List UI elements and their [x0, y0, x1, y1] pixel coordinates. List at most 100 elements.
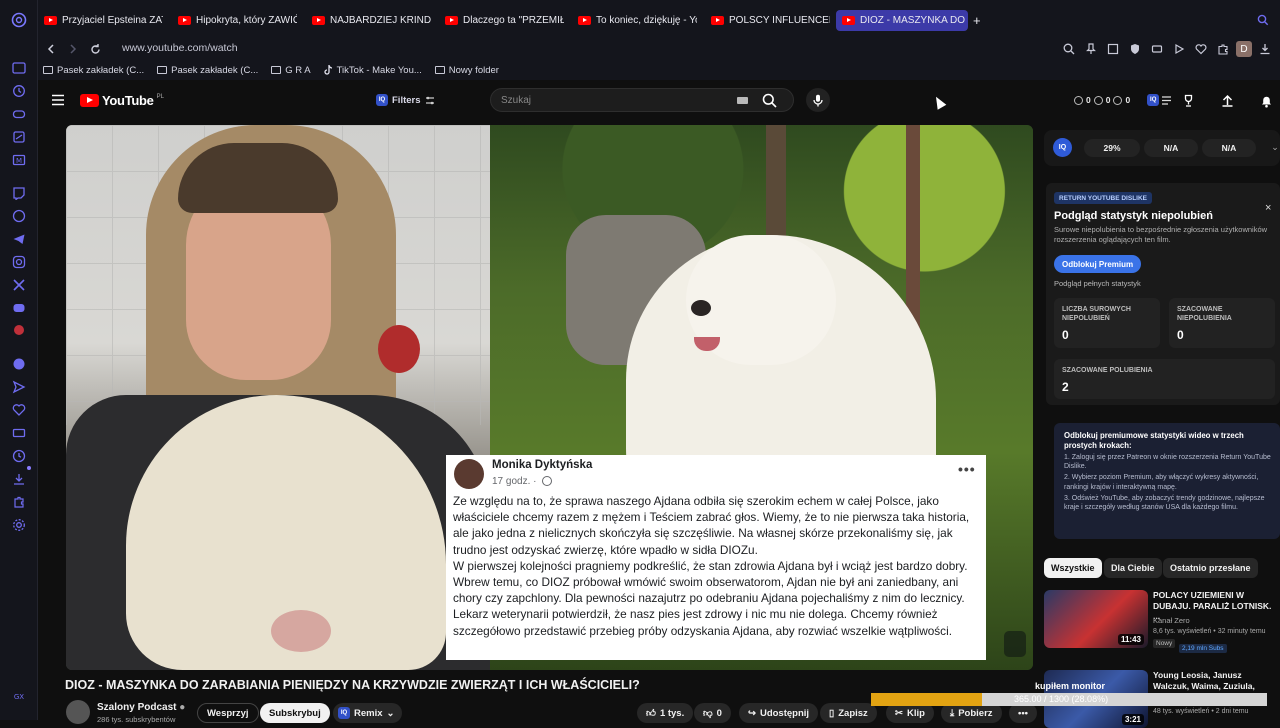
- chevron-down-icon: ⌄: [386, 707, 395, 719]
- bookmark-label: Pasek zakładek (C...: [57, 64, 145, 76]
- bookmark-item[interactable]: Pasek zakładek (C...: [43, 65, 144, 76]
- discord-icon[interactable]: [11, 300, 27, 316]
- bookmark-item[interactable]: Pasek zakładek (C...: [157, 65, 258, 76]
- recommendation-item[interactable]: 11:43 POLACY UZIEMIENI W DUBAJU. PARALIŻ…: [1044, 590, 1280, 653]
- remix-button[interactable]: IQ Remix ⌄: [333, 703, 403, 723]
- back-icon[interactable]: [42, 40, 60, 58]
- extensions-icon[interactable]: [1214, 40, 1232, 58]
- clock-icon[interactable]: [11, 448, 27, 464]
- search-tabs-icon[interactable]: [1256, 13, 1270, 27]
- dislike-button[interactable]: 👎︎ 0: [694, 703, 731, 723]
- new-tab-button[interactable]: +: [970, 10, 984, 31]
- tab-label: Hipokryta, który ZAWIÓDŁ: [196, 15, 297, 26]
- chip-all[interactable]: Wszystkie: [1044, 558, 1102, 578]
- join-button[interactable]: Wesprzyj: [197, 703, 259, 723]
- clip-button[interactable]: ✂ Klip: [886, 703, 934, 723]
- bell-icon[interactable]: [1258, 92, 1275, 109]
- youtube-logo[interactable]: YouTube PL: [80, 93, 164, 108]
- chat-icon[interactable]: [11, 356, 27, 372]
- shield-icon[interactable]: [1126, 40, 1144, 58]
- bookmark-item[interactable]: Nowy folder: [434, 65, 499, 76]
- x-icon[interactable]: [11, 277, 27, 293]
- list-icon[interactable]: [1162, 95, 1173, 105]
- search-input[interactable]: [501, 93, 721, 108]
- video-thumbnail[interactable]: 11:43: [1044, 590, 1148, 648]
- video-player[interactable]: Monika Dyktyńska 17 godz. · ••• Ze wzglę…: [66, 125, 1033, 670]
- youtube-play-icon: [80, 94, 99, 107]
- share-icon: ↪: [748, 707, 756, 719]
- settings-icon[interactable]: [11, 517, 27, 533]
- save-button[interactable]: ▯ Zapisz: [820, 703, 877, 723]
- chip-recently-uploaded[interactable]: Ostatnio przesłane: [1163, 558, 1258, 578]
- instagram-icon[interactable]: [11, 254, 27, 270]
- counter-value: 0: [1105, 95, 1111, 105]
- telegram-icon[interactable]: [11, 231, 27, 247]
- chip-for-you[interactable]: Dla Ciebie: [1104, 558, 1162, 578]
- iq-logo-icon[interactable]: IQ: [1147, 94, 1160, 106]
- trophy-icon[interactable]: [1180, 92, 1197, 109]
- browser-logo-icon[interactable]: [11, 12, 27, 28]
- history-icon[interactable]: [11, 83, 27, 99]
- heart-icon[interactable]: [1192, 40, 1210, 58]
- chevron-down-icon[interactable]: ⌄: [1270, 142, 1280, 152]
- more-actions-button[interactable]: •••: [1009, 703, 1037, 723]
- bookmark-item[interactable]: G R A: [271, 65, 311, 76]
- play-icon[interactable]: [1170, 40, 1188, 58]
- forward-icon[interactable]: [64, 40, 82, 58]
- iq-stat-pill[interactable]: 29%: [1084, 139, 1140, 157]
- like-button[interactable]: 👍︎ 1 tys.: [637, 703, 694, 723]
- zoom-icon[interactable]: [1060, 40, 1078, 58]
- channel-avatar[interactable]: [66, 700, 90, 724]
- channel-name-text: Szalony Podcast: [97, 702, 177, 713]
- game-icon[interactable]: [11, 106, 27, 122]
- send-icon[interactable]: [11, 379, 27, 395]
- channel-name[interactable]: Szalony Podcast ●: [97, 702, 185, 713]
- tab[interactable]: Przyjaciel Epsteina ZATRZ: [41, 10, 163, 31]
- tab[interactable]: To koniec, dziękuję - YouT: [575, 10, 697, 31]
- counter-value: 0: [1086, 95, 1091, 105]
- notes-icon[interactable]: [11, 129, 27, 145]
- snapshot-icon[interactable]: [1104, 40, 1122, 58]
- tab[interactable]: Dlaczego ta "PRZEMIŁA": [442, 10, 564, 31]
- messenger-icon[interactable]: [11, 208, 27, 224]
- rdd-description: Surowe niepolubienia to bezpośrednie zgł…: [1054, 225, 1268, 244]
- tab[interactable]: Hipokryta, który ZAWIÓDŁ: [175, 10, 297, 31]
- close-icon[interactable]: ×: [1265, 202, 1271, 214]
- twitch-icon[interactable]: [11, 185, 27, 201]
- tab-label: POLSCY INFLUENCERZY: [729, 15, 830, 26]
- gx-icon[interactable]: GX: [11, 688, 27, 704]
- profile-avatar[interactable]: D: [1236, 41, 1252, 57]
- youtube-favicon-icon: [44, 16, 57, 25]
- panel-icon[interactable]: [11, 60, 27, 76]
- reload-icon[interactable]: [86, 40, 104, 58]
- keyboard-icon[interactable]: [737, 97, 748, 104]
- extensions-icon[interactable]: [11, 494, 27, 510]
- tab[interactable]: POLSCY INFLUENCERZY: [708, 10, 830, 31]
- downloads-icon[interactable]: [11, 471, 27, 487]
- iq-logo-icon[interactable]: IQ: [1053, 138, 1072, 157]
- share-button[interactable]: ↪ Udostępnij: [739, 703, 819, 723]
- subscribe-button[interactable]: Subskrybuj: [260, 703, 330, 723]
- search-icon[interactable]: [761, 92, 778, 109]
- pin-icon[interactable]: [1082, 40, 1100, 58]
- mail-icon[interactable]: M: [11, 152, 27, 168]
- bookmark-item[interactable]: TikTok - Make You...: [323, 65, 422, 76]
- vpn-icon[interactable]: [1148, 40, 1166, 58]
- upload-icon[interactable]: [1219, 92, 1236, 109]
- wallet-icon[interactable]: [11, 425, 27, 441]
- iq-stat-pill[interactable]: N/A: [1202, 139, 1256, 157]
- menu-icon[interactable]: [50, 92, 66, 108]
- full-stats-link[interactable]: Podgląd pełnych statystyk: [1054, 279, 1141, 288]
- tab-active[interactable]: DIOZ - MASZYNKA DO: [836, 10, 968, 31]
- tab[interactable]: NAJBARDZIEJ KRINDŻOW: [309, 10, 431, 31]
- download-button[interactable]: ⤓ Pobierz: [941, 703, 1002, 723]
- recommendation-channel[interactable]: Kanał Zero: [1153, 616, 1190, 625]
- filters-button[interactable]: IQ Filters: [376, 90, 435, 110]
- download-icon[interactable]: [1256, 40, 1274, 58]
- unlock-premium-button[interactable]: Odblokuj Premium: [1054, 255, 1142, 273]
- microphone-icon[interactable]: [806, 88, 830, 112]
- heart-icon[interactable]: [11, 402, 27, 418]
- iq-stat-pill[interactable]: N/A: [1144, 139, 1198, 157]
- youtube-music-icon[interactable]: [11, 322, 27, 338]
- url-text[interactable]: www.youtube.com/watch: [122, 42, 238, 54]
